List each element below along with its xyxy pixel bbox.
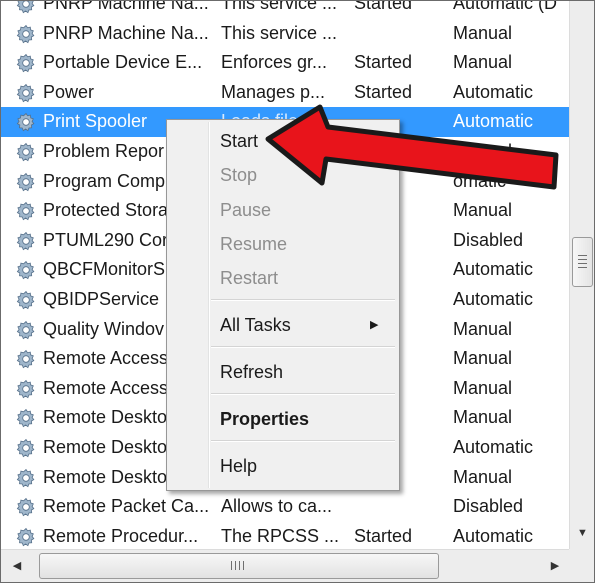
chevron-down-icon[interactable]: ▼	[574, 525, 591, 542]
red-arrow-icon	[265, 104, 559, 190]
service-startup-type: Automatic (D	[453, 1, 558, 13]
gear-icon	[15, 167, 39, 197]
service-description: This service ...	[221, 22, 338, 43]
service-startup-type: Disabled	[453, 496, 524, 517]
service-startup-type: Manual	[453, 407, 513, 428]
gear-icon	[15, 315, 39, 345]
gear-icon	[15, 226, 39, 256]
gear-icon	[15, 196, 39, 226]
service-description: The RPCSS ...	[221, 525, 340, 546]
horizontal-scrollbar[interactable]: ◀ ▶	[1, 549, 569, 582]
service-startup-type: Manual	[453, 348, 513, 369]
gear-icon	[15, 492, 39, 522]
menu-gutter	[208, 122, 210, 488]
gear-icon	[15, 1, 39, 19]
gear-icon	[15, 433, 39, 463]
menu-item-all-tasks[interactable]: All Tasks	[220, 310, 390, 340]
vertical-scroll-thumb[interactable]	[572, 237, 593, 287]
service-name: PNRP Machine Na...	[43, 22, 209, 43]
gear-icon	[15, 374, 39, 404]
gear-icon	[15, 137, 39, 167]
gear-icon	[15, 285, 39, 315]
chevron-right-icon: ▶	[370, 319, 379, 331]
scrollbar-corner	[569, 549, 594, 582]
service-description: Enforces gr...	[221, 52, 328, 73]
table-row[interactable]: Remote Procedur... The RPCSS ... Started Au…	[1, 522, 569, 549]
table-row[interactable]: Remote Packet Ca... Allows to ca... Disabl…	[1, 492, 569, 522]
service-name: Power	[43, 81, 95, 102]
menu-separator	[211, 393, 395, 395]
gear-icon	[15, 522, 39, 549]
menu-separator	[211, 346, 395, 348]
service-startup-type: Automatic	[453, 289, 534, 309]
table-row[interactable]: PNRP Machine Na... This service ... Starte…	[1, 1, 569, 19]
service-startup-type: Automatic	[453, 437, 534, 457]
service-status: Started	[354, 52, 413, 73]
vertical-scrollbar[interactable]: ▼	[569, 1, 594, 549]
gear-icon	[15, 255, 39, 285]
chevron-left-icon[interactable]: ◀	[9, 558, 25, 574]
service-name: Remote Packet Ca...	[43, 496, 210, 517]
service-name: PNRP Machine Na...	[43, 1, 209, 13]
table-row[interactable]: Portable Device E... Enforces gr... Starte…	[1, 48, 569, 78]
service-status: Started	[354, 525, 413, 546]
service-startup-type: Manual	[453, 52, 513, 73]
service-startup-type: Manual	[453, 377, 513, 398]
gear-icon	[15, 344, 39, 374]
menu-item-properties[interactable]: Properties	[220, 404, 390, 434]
service-startup-type: Automatic	[453, 259, 534, 280]
menu-item-help[interactable]: Help	[220, 451, 390, 481]
gear-icon	[15, 78, 39, 108]
gear-icon	[15, 19, 39, 49]
menu-separator	[211, 299, 395, 301]
table-row[interactable]: PNRP Machine Na... This service ... Manual	[1, 19, 569, 49]
gear-icon	[15, 107, 39, 137]
service-name: Portable Device E...	[43, 52, 203, 73]
service-startup-type: Disabled	[453, 229, 524, 250]
menu-item-resume: Resume	[220, 234, 288, 254]
service-startup-type: Manual	[453, 318, 513, 339]
menu-separator	[211, 440, 395, 442]
services-window: PNRP Machine Na... This service ... Starte…	[0, 0, 595, 583]
menu-item-refresh[interactable]: Refresh	[220, 357, 390, 387]
menu-item-restart: Restart	[220, 268, 279, 288]
service-description: Allows to ca...	[221, 496, 333, 517]
service-startup-type: Manual	[453, 466, 513, 487]
service-status: Started	[354, 1, 413, 13]
service-startup-type: Manual	[453, 22, 513, 43]
horizontal-scroll-thumb[interactable]	[39, 553, 439, 579]
chevron-right-icon[interactable]: ▶	[547, 558, 563, 574]
gear-icon	[15, 463, 39, 493]
service-startup-type: Automatic	[453, 525, 534, 546]
service-description: This service ...	[221, 1, 338, 13]
gear-icon	[15, 48, 39, 78]
service-name: Remote Procedur...	[43, 525, 199, 546]
gear-icon	[15, 403, 39, 433]
